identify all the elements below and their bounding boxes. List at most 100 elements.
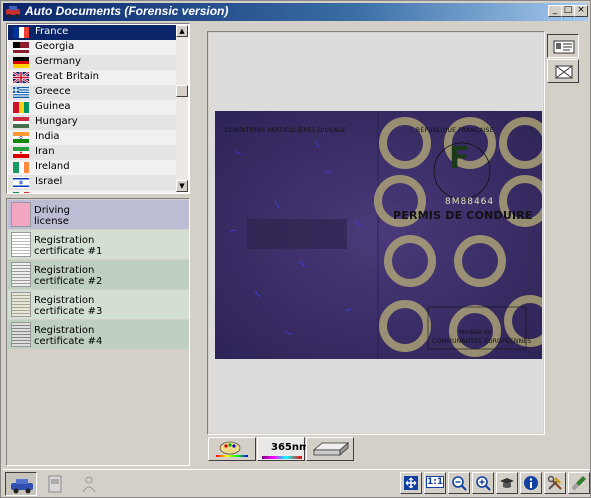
document-item-registration-3[interactable]: Registration certificate #3	[8, 290, 189, 319]
document-label-line1: Registration	[34, 295, 95, 306]
country-item-iran[interactable]: Iran	[8, 145, 178, 160]
country-item-partial[interactable]	[8, 190, 178, 193]
document-label: Registration certificate #2	[34, 265, 102, 287]
country-list[interactable]: France Georgia Germany Great Britain Gre…	[6, 23, 190, 194]
document-item-driving-license[interactable]: Driving license	[8, 200, 189, 229]
document-header-left: CONDITIONS PARTICULIÈRES D'USAGE	[225, 127, 347, 134]
document-label: Driving license	[34, 205, 70, 227]
bottom-toolbar: 1:1	[3, 469, 590, 497]
country-item-great-britain[interactable]: Great Britain	[8, 70, 178, 85]
close-button[interactable]: ×	[574, 5, 588, 17]
id-card-icon	[553, 40, 575, 54]
info-button[interactable]	[520, 472, 542, 494]
italy-flag-icon	[13, 192, 29, 193]
india-flag-icon	[13, 132, 29, 143]
settings-tools-button[interactable]	[544, 472, 566, 494]
france-flag-icon	[13, 27, 29, 38]
registration-certificate-thumbnail	[11, 232, 31, 257]
vehicle-documents-mode-button[interactable]	[5, 472, 37, 496]
document-type-list[interactable]: Driving license Registration certificate…	[6, 198, 190, 466]
country-label: Iran	[35, 146, 55, 157]
document-header-right: RÉPUBLIQUE FRANÇAISE	[416, 127, 494, 134]
guinea-flag-icon	[13, 102, 29, 113]
document-viewer-frame: CONDITIONS PARTICULIÈRES D'USAGE RÉPUBLI…	[207, 31, 545, 435]
document-label-line2: certificate #2	[34, 276, 103, 287]
maximize-button[interactable]: □	[561, 5, 575, 17]
country-list-scrollbar[interactable]: ▲ ▼	[176, 25, 188, 192]
signature-mode-button[interactable]	[73, 472, 105, 496]
document-serial-number: 8M88464	[445, 197, 495, 207]
country-item-israel[interactable]: Israel	[8, 175, 178, 190]
document-label-line2: license	[34, 216, 69, 227]
graduation-cap-icon	[500, 478, 514, 488]
country-item-hungary[interactable]: Hungary	[8, 115, 178, 130]
great-britain-flag-icon	[13, 72, 29, 83]
app-window: Auto Documents (Forensic version) _ □ × …	[0, 0, 591, 498]
uv-spectrum-bar	[262, 456, 302, 459]
germany-flag-icon	[13, 57, 29, 68]
country-label: Guinea	[35, 101, 71, 112]
education-button[interactable]	[496, 472, 518, 494]
country-item-georgia[interactable]: Georgia	[8, 40, 178, 55]
scanner-icon	[312, 442, 350, 456]
document-item-registration-4[interactable]: Registration certificate #4	[8, 320, 189, 349]
scroll-thumb[interactable]	[176, 85, 188, 97]
country-label: Hungary	[35, 116, 78, 127]
registration-certificate-thumbnail	[11, 292, 31, 317]
document-item-registration-1[interactable]: Registration certificate #1	[8, 230, 189, 259]
iran-flag-icon	[13, 147, 29, 158]
georgia-flag-icon	[13, 42, 29, 53]
country-item-india[interactable]: India	[8, 130, 178, 145]
driving-license-thumbnail	[11, 202, 31, 227]
country-label: Israel	[35, 176, 63, 187]
greece-flag-icon	[13, 87, 29, 98]
document-scan-graphic	[215, 111, 542, 359]
envelope-button[interactable]	[547, 59, 579, 83]
minimize-button[interactable]: _	[548, 5, 562, 17]
document-label: Registration certificate #3	[34, 295, 102, 317]
country-item-greece[interactable]: Greece	[8, 85, 178, 100]
country-item-france[interactable]: France	[8, 25, 178, 40]
zoom-in-button[interactable]	[472, 472, 494, 494]
clear-button[interactable]	[568, 472, 590, 494]
document-label-line2: certificate #4	[34, 336, 103, 347]
fit-window-icon	[404, 476, 418, 490]
scroll-up-arrow-icon[interactable]: ▲	[176, 25, 188, 37]
document-label-line1: Registration	[34, 325, 95, 336]
zoom-out-button[interactable]	[448, 472, 470, 494]
country-label: Great Britain	[35, 71, 99, 82]
zoom-in-icon	[476, 476, 491, 491]
country-item-germany[interactable]: Germany	[8, 55, 178, 70]
document-icon	[48, 475, 62, 493]
document-footer-line1: Modèle de	[459, 329, 492, 336]
document-viewer[interactable]: CONDITIONS PARTICULIÈRES D'USAGE RÉPUBLI…	[209, 33, 543, 433]
document-footer-line2: COMMUNAUTÉS EUROPÉENNES	[432, 338, 532, 345]
document-item-registration-2[interactable]: Registration certificate #2	[8, 260, 189, 289]
ireland-flag-icon	[13, 162, 29, 173]
registration-certificate-thumbnail	[11, 322, 31, 347]
uv-365nm-tab[interactable]: 365nm	[257, 437, 309, 461]
country-item-guinea[interactable]: Guinea	[8, 100, 178, 115]
document-label-line1: Driving	[34, 205, 70, 216]
document-title: PERMIS DE CONDUIRE	[393, 209, 533, 222]
country-label: Georgia	[35, 41, 75, 52]
zoom-out-icon	[452, 476, 467, 491]
scroll-down-arrow-icon[interactable]: ▼	[176, 180, 188, 192]
visible-light-tab[interactable]	[208, 437, 256, 461]
document-label-line2: certificate #1	[34, 246, 103, 257]
brush-icon	[572, 476, 586, 490]
document-info-button[interactable]	[547, 34, 579, 58]
uv-wavelength-label: 365nm	[271, 442, 310, 453]
tools-icon	[547, 475, 562, 490]
country-label: Germany	[35, 56, 81, 67]
document-label-line1: Registration	[34, 265, 95, 276]
actual-size-button[interactable]: 1:1	[424, 472, 446, 494]
country-item-ireland[interactable]: Ireland	[8, 160, 178, 175]
car-icon	[11, 479, 33, 494]
fit-to-window-button[interactable]	[400, 472, 422, 494]
infrared-tab[interactable]	[306, 437, 354, 461]
document-mode-button[interactable]	[39, 472, 71, 496]
info-icon	[524, 476, 538, 490]
title-bar[interactable]: Auto Documents (Forensic version) _ □ ×	[3, 3, 588, 21]
country-label: Ireland	[35, 161, 70, 172]
